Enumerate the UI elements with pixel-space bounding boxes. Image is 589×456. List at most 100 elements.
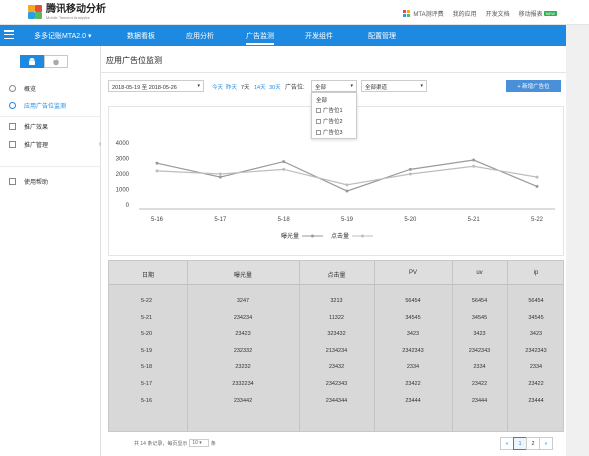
dev-docs-link[interactable]: 开发文档 (486, 9, 510, 18)
dropdown-option-position1[interactable]: 广告位1 (316, 106, 343, 114)
manage-icon (9, 141, 16, 148)
col-header-uv[interactable]: uv (452, 270, 507, 276)
x-tick-label: 5-17 (214, 217, 227, 223)
mta-review-link[interactable]: MTA测评费 (413, 9, 443, 18)
cell-pv: 23444 (405, 397, 421, 404)
pagination: « 1 2 » (500, 437, 553, 450)
app-selector-label: 多多记账MTA2.0 (34, 33, 86, 40)
cell-date: 5-16 (141, 397, 153, 404)
chevron-down-icon: ▾ (87, 33, 92, 40)
cell-pv: 2334 (406, 364, 420, 371)
data-point (155, 169, 159, 173)
caret-down-icon: ▾ (350, 83, 353, 89)
nav-dev-components[interactable]: 开发组件 (305, 31, 333, 41)
logo[interactable]: 腾讯移动分析 Mobile Tencent Analytics (28, 4, 106, 20)
page-size-select[interactable]: 10 ▾ (189, 439, 209, 447)
cell-clicks: 3213 (330, 298, 343, 304)
page-info-suffix: 条 (210, 440, 216, 447)
cell-ip: 2334 (529, 364, 543, 371)
checkbox-icon[interactable] (316, 118, 321, 124)
cell-exposure: 232332 (233, 347, 253, 354)
cell-exposure: 234234 (233, 314, 253, 321)
app-selector[interactable]: 多多记账MTA2.0 ▾ (34, 31, 91, 41)
page-1-button[interactable]: 1 (513, 437, 527, 450)
mta-grid-icon (403, 10, 411, 17)
cell-clicks: 2344344 (325, 397, 348, 404)
nav-ad-monitor[interactable]: 广告监测 (246, 31, 274, 45)
y-tick-label: 2000 (116, 172, 130, 178)
dropdown-option-all[interactable]: 全部 (316, 96, 327, 104)
cell-pv: 2342343 (402, 347, 424, 354)
y-tick-label: 0 (126, 203, 130, 209)
position-dropdown-menu: 全部 广告位1 广告位2 广告位3 (311, 92, 357, 139)
cell-date: 5-18 (141, 364, 153, 371)
series-line-exposure (156, 159, 538, 192)
data-point (345, 189, 349, 193)
col-header-clicks[interactable]: 点击量 (299, 270, 374, 279)
nav-config[interactable]: 配置管理 (368, 31, 396, 41)
col-header-exposure[interactable]: 曝光量 (187, 270, 299, 279)
data-point (408, 167, 412, 171)
quick-range-today[interactable]: 今天 (212, 83, 223, 91)
page-2-button[interactable]: 2 (526, 437, 540, 450)
quick-range-30d[interactable]: 30天 (269, 83, 281, 91)
date-range-picker[interactable]: 2018-05-19 至 2018-05-26 ▾ (108, 80, 204, 92)
data-point (345, 183, 349, 187)
last-page-icon[interactable]: » (539, 437, 553, 450)
data-table: 日期 曝光量 点击量 PV uv ip 5-22 3247 3213 56454 564… (108, 260, 564, 432)
nav-dashboard[interactable]: 数据看板 (127, 31, 155, 41)
channel-select[interactable]: 全部渠道 ▾ (361, 80, 427, 92)
col-header-date[interactable]: 日期 (109, 270, 187, 279)
sidebar-item-help[interactable]: 使用帮助 (9, 177, 48, 186)
data-point (282, 160, 286, 164)
channel-select-value: 全部渠道 (365, 85, 388, 91)
mobile-report-link[interactable]: 移动报表 (519, 9, 543, 18)
x-tick-label: 5-18 (278, 217, 291, 223)
cell-clicks: 2134234 (325, 347, 348, 354)
data-point (408, 172, 412, 176)
page-info: 共 14 条记录，每页显示 10 ▾ 条 (134, 439, 216, 447)
cell-pv: 23422 (405, 381, 421, 387)
cell-exposure: 23232 (235, 364, 251, 371)
cell-exposure: 23423 (235, 331, 251, 338)
checkbox-icon[interactable] (316, 129, 321, 135)
dropdown-option-position3[interactable]: 广告位3 (316, 128, 343, 136)
sidebar-item-promo-effect[interactable]: 推广效果 (9, 122, 48, 131)
sidebar-item-promo-manage[interactable]: 推广管理 › (9, 140, 101, 149)
data-point (472, 158, 476, 162)
apple-tab[interactable] (44, 55, 68, 68)
nav-app-analysis[interactable]: 应用分析 (186, 31, 214, 41)
apple-icon (53, 58, 59, 65)
col-header-pv[interactable]: PV (374, 270, 452, 276)
cell-uv: 56454 (471, 298, 488, 304)
data-point (155, 161, 159, 165)
position-label: 广告位: (285, 85, 305, 91)
table-footer: 共 14 条记录，每页显示 10 ▾ 条 « 1 2 » (108, 432, 564, 454)
checkbox-icon[interactable] (316, 107, 321, 113)
quick-range-7d[interactable]: 7天 (241, 83, 250, 91)
cell-ip: 23422 (528, 381, 544, 387)
sidebar-item-overview[interactable]: 概览 (9, 84, 36, 93)
top-header: 腾讯移动分析 Mobile Tencent Analytics MTA测评费 我… (0, 0, 589, 25)
date-range-value: 2018-05-19 至 2018-05-26 (112, 85, 177, 91)
legend-marker-exposure (311, 234, 314, 238)
dropdown-option-position2[interactable]: 广告位2 (316, 117, 343, 125)
overview-icon (9, 85, 16, 92)
add-ad-position-button[interactable]: + 新增广告位 (506, 80, 561, 92)
android-tab[interactable] (20, 55, 44, 68)
my-apps-link[interactable]: 我的应用 (453, 9, 477, 18)
hamburger-menu-icon[interactable] (4, 30, 14, 40)
sidebar-item-ad-position[interactable]: 应用广告位监测 (9, 101, 66, 110)
x-tick-label: 5-21 (468, 217, 481, 223)
cell-clicks: 2342343 (325, 381, 348, 387)
cell-pv: 34545 (405, 314, 421, 321)
sidebar-item-label: 推广效果 (24, 125, 49, 131)
cell-pv: 3423 (406, 331, 420, 338)
data-point (218, 175, 222, 179)
position-select[interactable]: 全部 ▾ (311, 80, 357, 92)
logo-subtitle: Mobile Tencent Analytics (46, 15, 90, 20)
quick-range-14d[interactable]: 14天 (254, 83, 266, 91)
first-page-icon[interactable]: « (500, 437, 514, 450)
col-header-ip[interactable]: ip (507, 270, 563, 276)
quick-range-yesterday[interactable]: 昨天 (226, 83, 237, 91)
